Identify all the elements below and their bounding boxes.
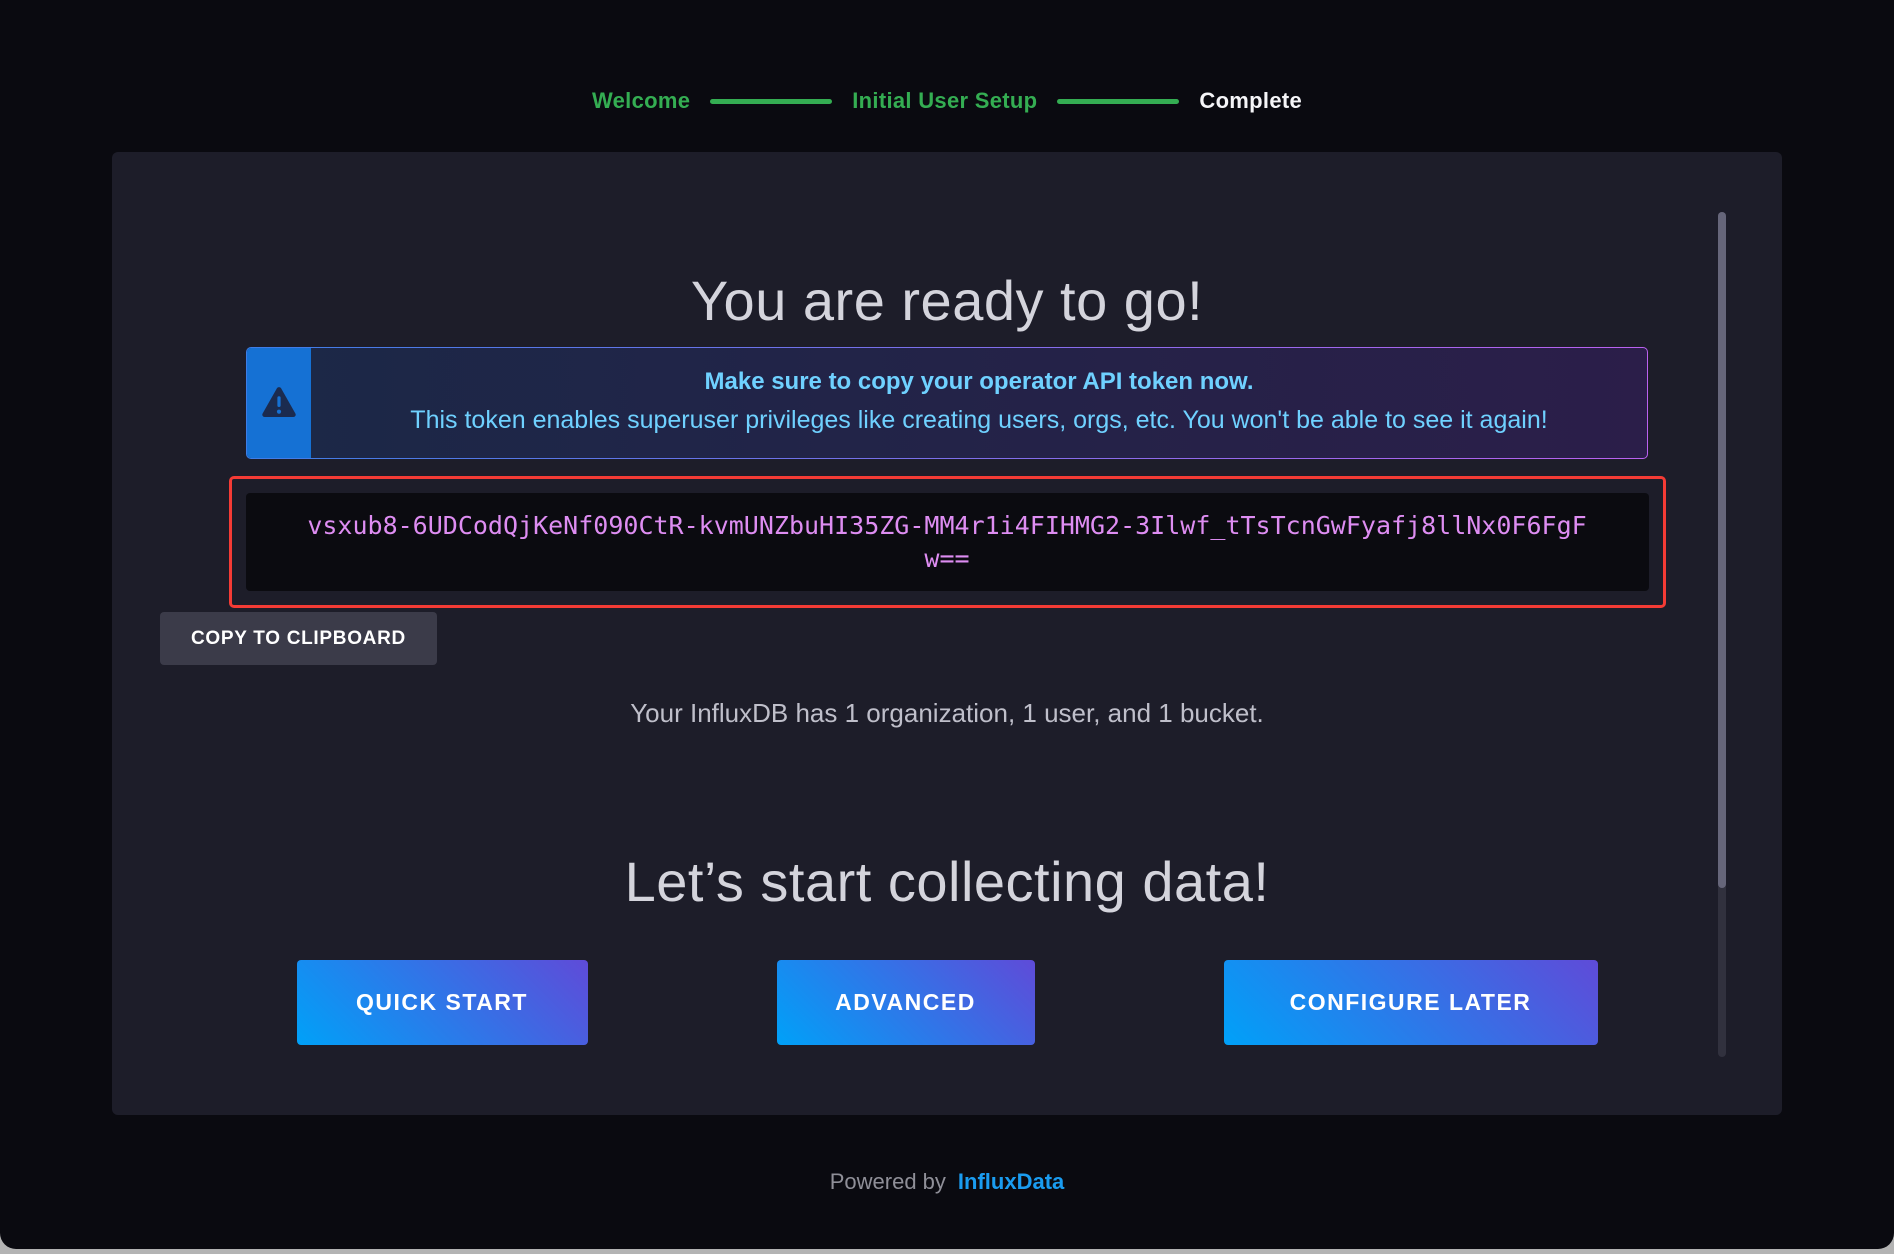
copy-to-clipboard-button[interactable]: COPY TO CLIPBOARD	[160, 612, 437, 665]
api-token-box: vsxub8-6UDCodQjKeNf090CtR-kvmUNZbuHI35ZG…	[246, 493, 1649, 591]
stepper-step-complete: Complete	[1199, 88, 1302, 114]
page-title: You are ready to go!	[112, 268, 1782, 334]
setup-summary-text: Your InfluxDB has 1 organization, 1 user…	[112, 697, 1782, 729]
action-button-row: QUICK START ADVANCED CONFIGURE LATER	[297, 960, 1598, 1045]
stepper-connector	[710, 99, 832, 104]
warning-body: This token enables superuser privileges …	[335, 400, 1623, 440]
warning-icon-cell	[247, 348, 311, 458]
api-token-value: vsxub8-6UDCodQjKeNf090CtR-kvmUNZbuHI35ZG…	[302, 509, 1592, 575]
warning-text: Make sure to copy your operator API toke…	[311, 348, 1647, 458]
influxdata-brand-link[interactable]: InfluxData	[958, 1169, 1064, 1195]
token-warning-banner-inner: Make sure to copy your operator API toke…	[247, 348, 1647, 458]
stepper-step-initial-user-setup: Initial User Setup	[852, 88, 1037, 114]
quick-start-button[interactable]: QUICK START	[297, 960, 588, 1045]
advanced-button[interactable]: ADVANCED	[777, 960, 1035, 1045]
cta-heading: Let’s start collecting data!	[112, 849, 1782, 915]
scrollbar-track[interactable]	[1718, 212, 1726, 1057]
completion-card: You are ready to go! Make sure to copy y…	[112, 152, 1782, 1115]
warning-title: Make sure to copy your operator API toke…	[335, 364, 1623, 400]
onboarding-screen: Welcome Initial User Setup Complete You …	[0, 0, 1894, 1249]
warning-icon	[260, 386, 298, 420]
footer: Powered by InfluxData	[0, 1169, 1894, 1195]
token-highlight-box: vsxub8-6UDCodQjKeNf090CtR-kvmUNZbuHI35ZG…	[229, 476, 1666, 608]
onboarding-stepper: Welcome Initial User Setup Complete	[0, 0, 1894, 152]
token-warning-banner: Make sure to copy your operator API toke…	[246, 347, 1648, 459]
powered-by-label: Powered by	[830, 1169, 946, 1195]
scrollbar-thumb[interactable]	[1718, 212, 1726, 888]
configure-later-button[interactable]: CONFIGURE LATER	[1224, 960, 1598, 1045]
stepper-connector	[1057, 99, 1179, 104]
stepper-step-welcome: Welcome	[592, 88, 690, 114]
